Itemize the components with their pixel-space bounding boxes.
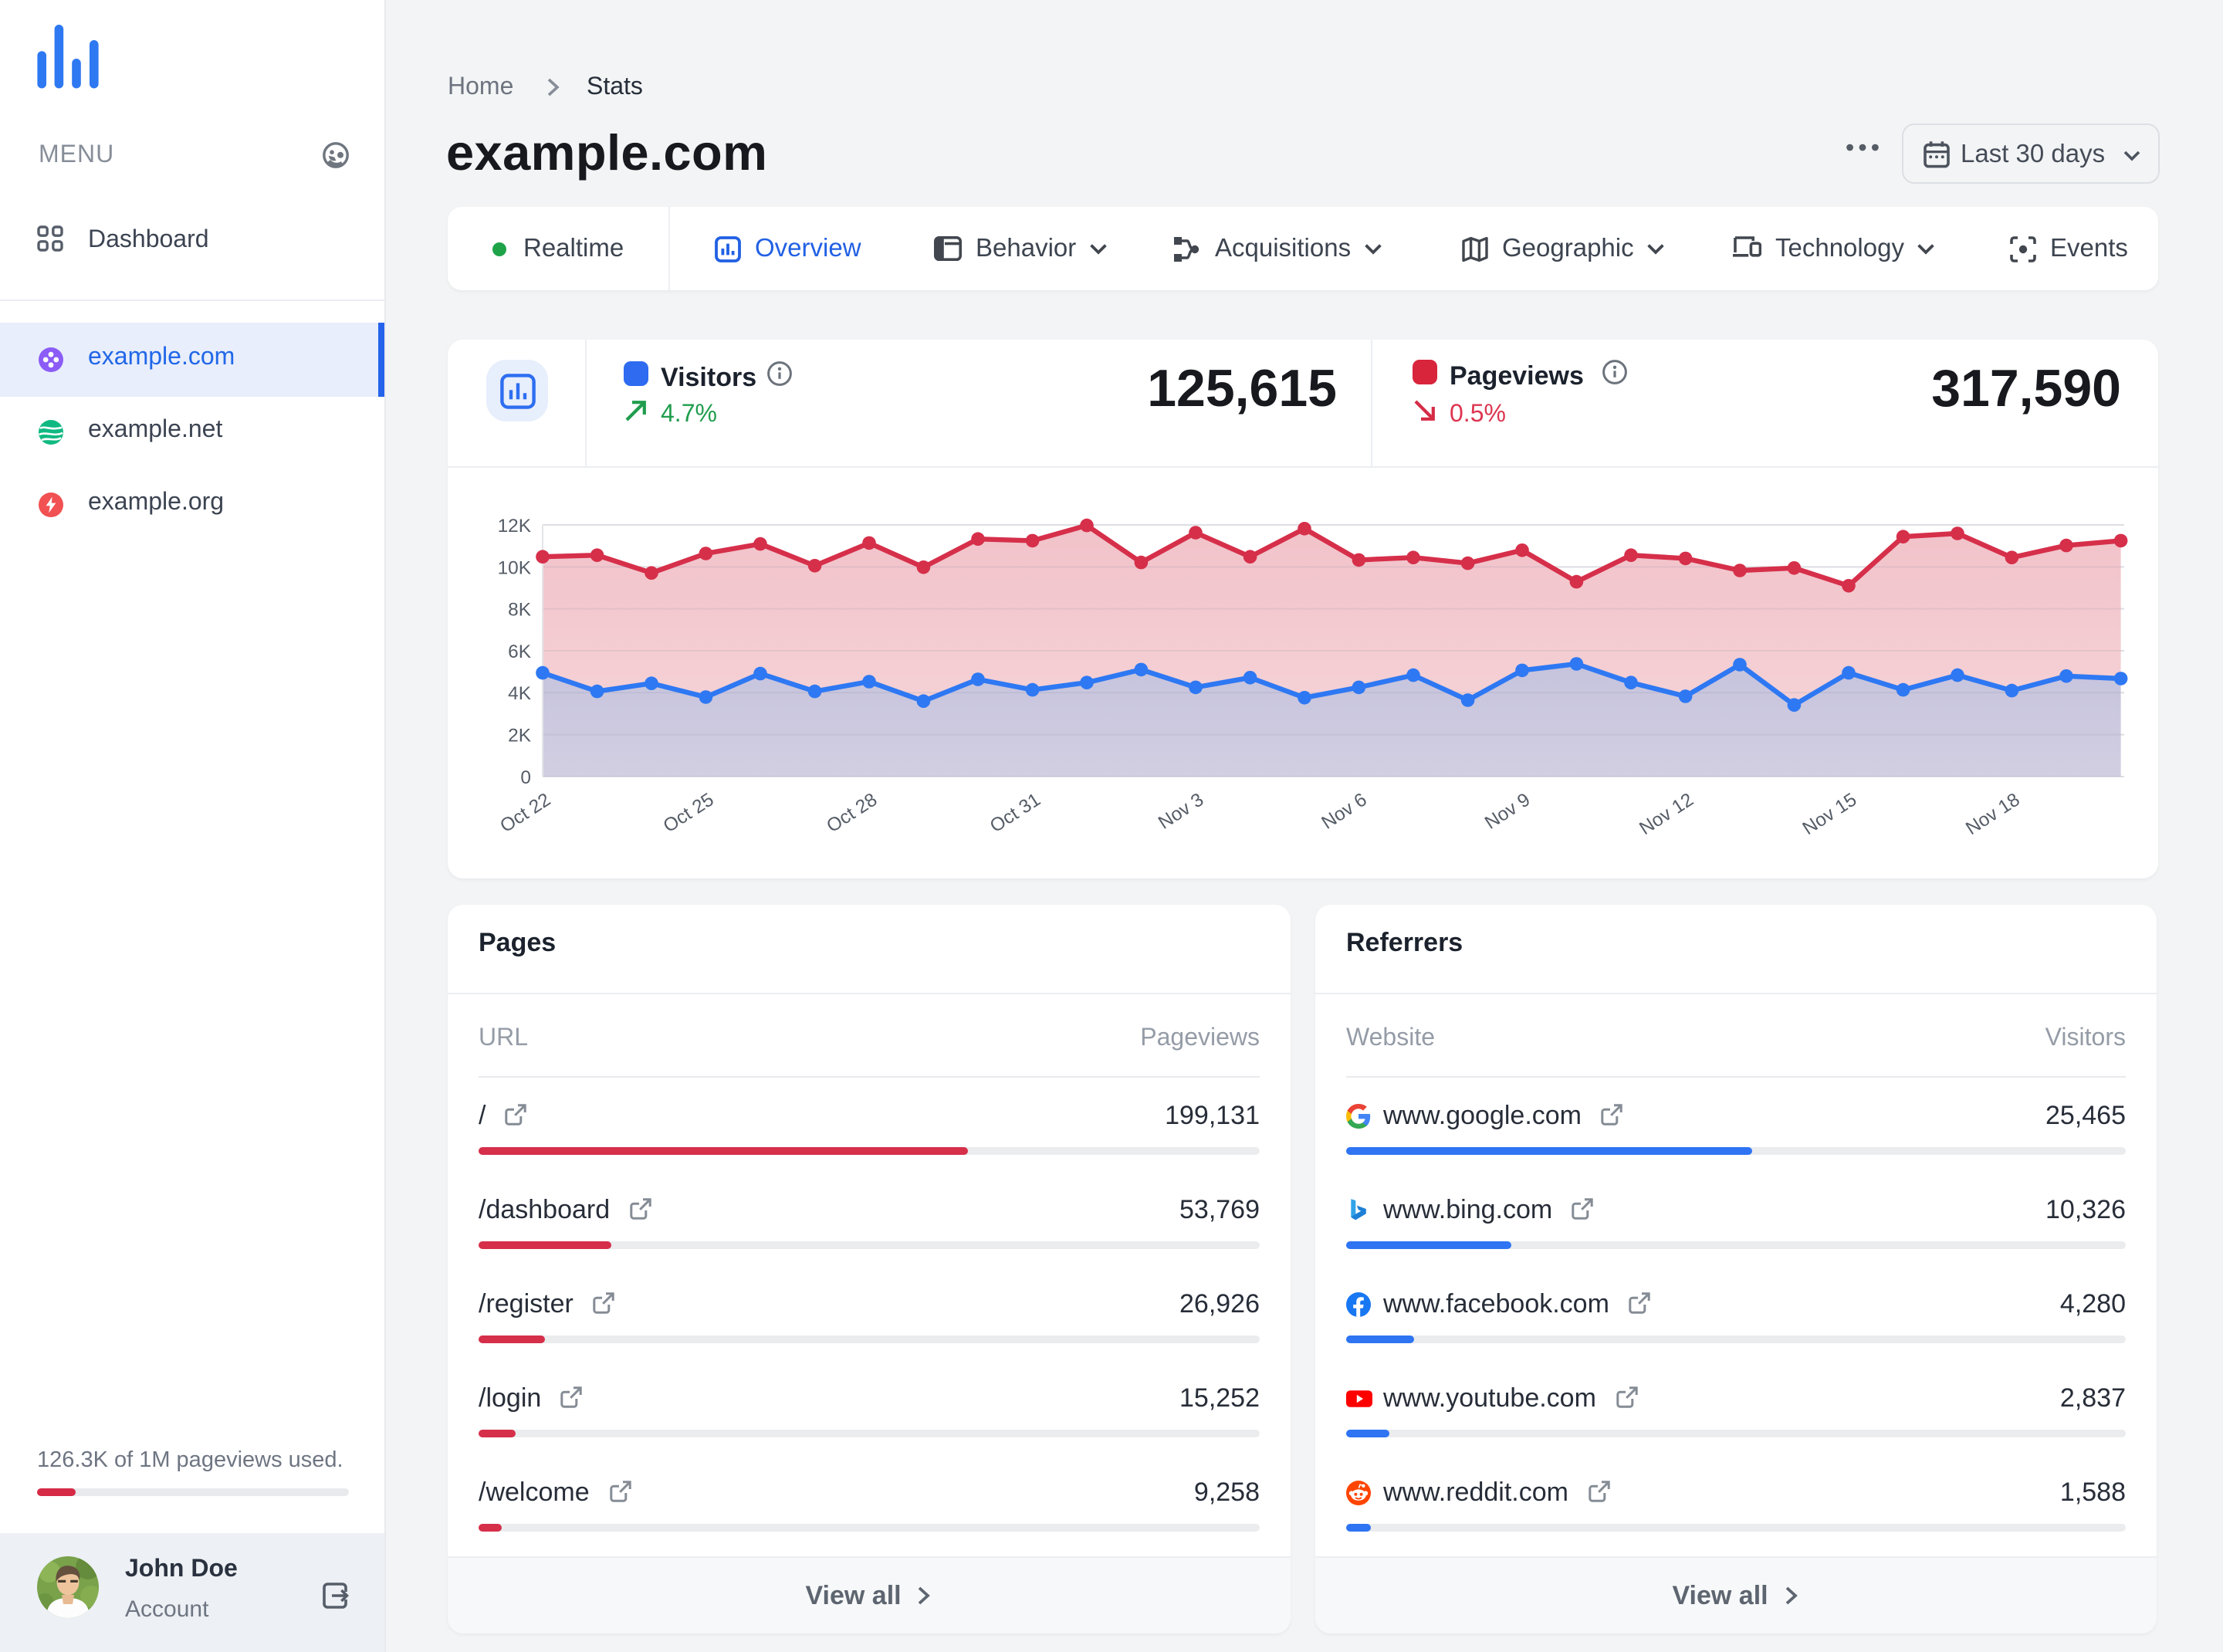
- svg-text:0: 0: [520, 767, 531, 788]
- svg-text:Nov 18: Nov 18: [1962, 789, 2024, 839]
- svg-text:Nov 12: Nov 12: [1636, 789, 1697, 839]
- svg-text:Nov 6: Nov 6: [1318, 789, 1371, 833]
- svg-text:4K: 4K: [508, 683, 531, 704]
- svg-text:Oct 28: Oct 28: [823, 789, 881, 837]
- svg-text:Oct 22: Oct 22: [496, 789, 554, 837]
- svg-text:10K: 10K: [498, 557, 531, 578]
- svg-text:2K: 2K: [508, 726, 531, 746]
- svg-text:Nov 15: Nov 15: [1799, 789, 1861, 839]
- svg-text:12K: 12K: [498, 516, 531, 537]
- svg-text:6K: 6K: [508, 642, 531, 662]
- svg-text:Oct 31: Oct 31: [986, 789, 1044, 837]
- svg-text:Oct 25: Oct 25: [660, 789, 718, 837]
- svg-text:8K: 8K: [508, 600, 531, 621]
- svg-text:Nov 3: Nov 3: [1155, 789, 1207, 833]
- svg-text:Nov 9: Nov 9: [1481, 789, 1534, 833]
